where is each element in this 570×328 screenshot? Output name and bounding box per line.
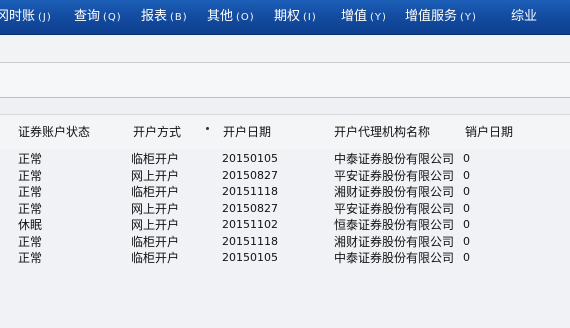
menu-item-comprehensive[interactable]: 综业 (511, 8, 540, 26)
column-header-close-date[interactable]: 销户日期 (465, 123, 513, 140)
table-row[interactable]: 正常 网上开户 20150827 平安证券股份有限公司 0 (0, 201, 570, 218)
menu-label: 期权 (274, 9, 301, 24)
cell-open-date: 20151118 (222, 185, 278, 198)
menu-item-report[interactable]: 报表 (B) (141, 8, 188, 26)
cell-agent-name: 中泰证券股份有限公司 (334, 152, 455, 166)
table-row[interactable]: 正常 临柜开户 20151118 湘财证券股份有限公司 0 (0, 184, 570, 201)
cell-account-status: 正常 (18, 185, 43, 199)
cell-agent-name: 湘财证券股份有限公司 (334, 234, 455, 249)
menu-label: 查询 (74, 9, 101, 24)
cell-open-date: 20150105 (222, 251, 278, 264)
cell-account-status: 正常 (18, 168, 43, 183)
cell-close-date: 0 (463, 168, 470, 182)
cell-open-date: 20151102 (222, 218, 278, 231)
cell-account-status: 正常 (18, 152, 43, 166)
account-table: 证券账户状态 开户方式 开户日期 开户代理机构名称 销户日期 正常 临柜开户 2… (0, 114, 570, 328)
menu-shortcut: (I) (303, 12, 317, 23)
column-header-agent-name[interactable]: 开户代理机构名称 (334, 123, 430, 140)
menu-label: 冈时账 (0, 9, 36, 24)
cell-agent-name: 平安证券股份有限公司 (334, 168, 455, 183)
table-row[interactable]: 休眠 网上开户 20151102 恒泰证券股份有限公司 0 (0, 217, 570, 234)
sort-indicator-icon (206, 127, 209, 130)
cell-close-date: 0 (463, 218, 470, 231)
cell-open-method: 网上开户 (131, 168, 180, 183)
cell-open-method: 临柜开户 (131, 234, 180, 249)
toolbar-area (0, 35, 570, 63)
table-row[interactable]: 正常 临柜开户 20151118 湘财证券股份有限公司 0 (0, 234, 570, 251)
menu-bar: 冈时账 (J) 查询 (Q) 报表 (B) 其他 (O) 期权 (I) 增值 (Y) 增值服… (0, 0, 570, 35)
cell-open-method: 临柜开户 (131, 152, 180, 166)
cell-close-date: 0 (463, 234, 470, 248)
cell-open-method: 网上开户 (131, 218, 180, 232)
menu-shortcut: (J) (38, 12, 52, 23)
menu-label: 其他 (207, 9, 234, 24)
menu-label: 增值 (341, 9, 368, 24)
menu-item-account[interactable]: 冈时账 (J) (0, 8, 52, 26)
menu-label: 综业 (511, 9, 538, 24)
cell-open-date: 20151118 (222, 234, 278, 248)
cell-account-status: 休眠 (18, 218, 43, 232)
cell-close-date: 0 (463, 185, 470, 198)
menu-item-query[interactable]: 查询 (Q) (74, 8, 122, 26)
column-header-open-date[interactable]: 开户日期 (223, 123, 271, 140)
column-header-account-status[interactable]: 证券账户状态 (18, 123, 90, 140)
table-row[interactable]: 正常 网上开户 20150827 平安证券股份有限公司 0 (0, 168, 570, 185)
table-header: 证券账户状态 开户方式 开户日期 开户代理机构名称 销户日期 (0, 115, 570, 149)
menu-label: 增值服务 (405, 9, 458, 24)
query-panel (0, 63, 570, 98)
cell-close-date: 0 (463, 152, 470, 165)
cell-agent-name: 恒泰证券股份有限公司 (334, 218, 455, 232)
cell-account-status: 正常 (18, 234, 43, 249)
cell-open-date: 20150827 (222, 168, 278, 182)
cell-account-status: 正常 (18, 251, 43, 265)
table-row[interactable]: 正常 临柜开户 20150105 中泰证券股份有限公司 0 (0, 151, 570, 168)
menu-shortcut: (B) (170, 12, 188, 23)
menu-item-options[interactable]: 期权 (I) (274, 8, 317, 26)
menu-item-other[interactable]: 其他 (O) (207, 8, 255, 26)
cell-open-method: 临柜开户 (131, 185, 180, 199)
menu-item-value-added-services[interactable]: 增值服务 (Y) (405, 8, 477, 26)
menu-shortcut: (Y) (460, 12, 477, 23)
cell-agent-name: 湘财证券股份有限公司 (334, 185, 455, 199)
cell-open-method: 临柜开户 (131, 251, 180, 265)
cell-open-date: 20150105 (222, 152, 278, 165)
menu-item-value-added[interactable]: 增值 (Y) (341, 8, 387, 26)
cell-close-date: 0 (463, 201, 470, 215)
cell-close-date: 0 (463, 251, 470, 264)
app-window: 冈时账 (J) 查询 (Q) 报表 (B) 其他 (O) 期权 (I) 增值 (Y) 增值服… (0, 0, 570, 328)
cell-agent-name: 平安证券股份有限公司 (334, 201, 455, 216)
table-row[interactable]: 正常 临柜开户 20150105 中泰证券股份有限公司 0 (0, 250, 570, 267)
table-body: 正常 临柜开户 20150105 中泰证券股份有限公司 0 正常 网上开户 20… (0, 151, 570, 267)
menu-shortcut: (Q) (103, 12, 122, 23)
cell-agent-name: 中泰证券股份有限公司 (334, 251, 455, 265)
menu-shortcut: (O) (236, 12, 255, 23)
column-header-open-method[interactable]: 开户方式 (133, 123, 181, 140)
cell-open-date: 20150827 (222, 201, 278, 215)
panel-separator (0, 98, 570, 114)
cell-account-status: 正常 (18, 201, 43, 216)
menu-shortcut: (Y) (370, 12, 387, 23)
cell-open-method: 网上开户 (131, 201, 180, 216)
menu-label: 报表 (141, 9, 168, 24)
